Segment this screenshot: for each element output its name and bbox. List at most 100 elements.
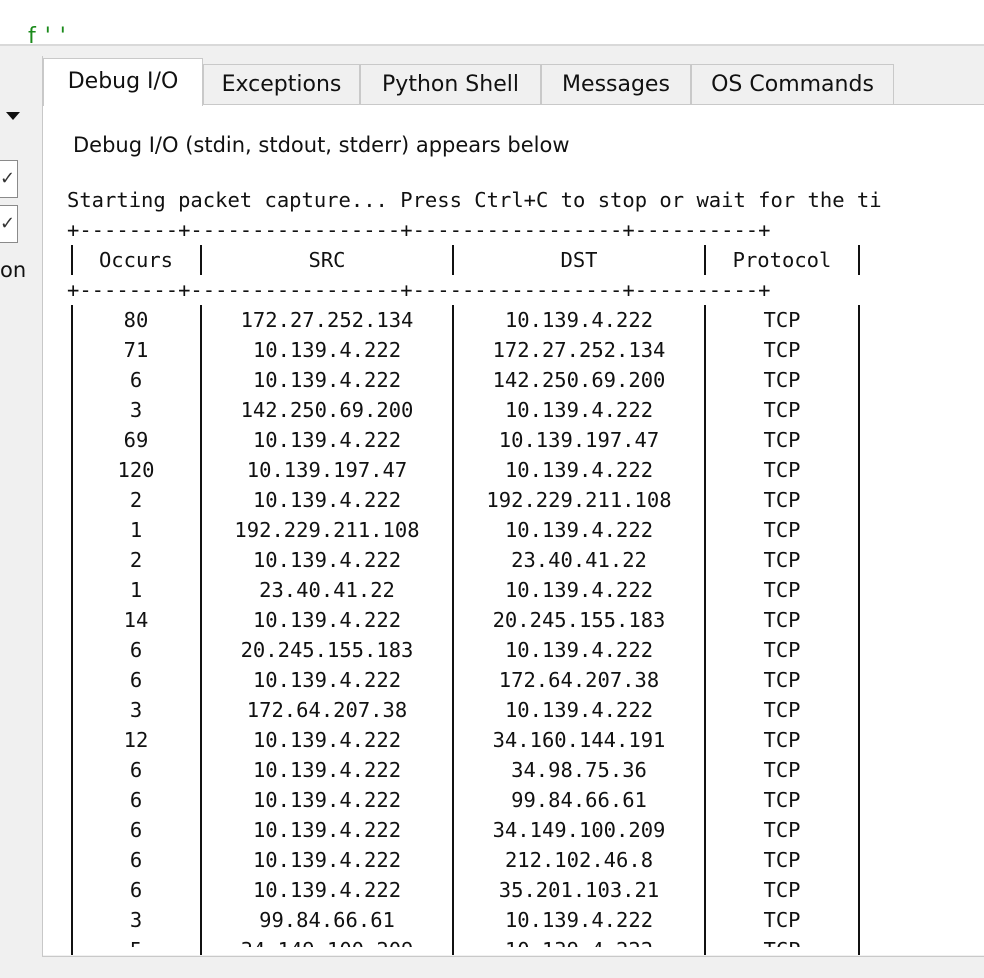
occurs-cell: 1 — [129, 518, 143, 542]
src-cell: 10.139.4.222 — [252, 878, 402, 902]
chevron-down-icon[interactable] — [6, 112, 20, 120]
protocol-cell: TCP — [763, 608, 801, 632]
table-row: 6 10.139.4.222 142.250.69.200 TCP — [67, 365, 984, 395]
dst-cell: 10.139.4.222 — [504, 938, 654, 955]
protocol-cell: TCP — [763, 818, 801, 842]
table-row: 6 10.139.4.222 212.102.46.8 TCP — [67, 845, 984, 875]
table-row: 69 10.139.4.222 10.139.197.47 TCP — [67, 425, 984, 455]
src-cell: 10.139.4.222 — [252, 608, 402, 632]
src-cell: 10.139.4.222 — [252, 728, 402, 752]
protocol-cell: TCP — [763, 728, 801, 752]
table-row: 6 10.139.4.222 34.149.100.209 TCP — [67, 815, 984, 845]
ide-window: f ' ' ✓ ✓ on Debug I/O Exceptions Python… — [0, 0, 984, 978]
tab-python-shell[interactable]: Python Shell — [360, 64, 541, 104]
occurs-cell: 5 — [129, 938, 143, 955]
column-divider — [858, 245, 860, 275]
table-row: 120 10.139.197.47 10.139.4.222 TCP — [67, 455, 984, 485]
left-panel-label: on — [0, 258, 27, 282]
console-start-line: Starting packet capture... Press Ctrl+C … — [67, 188, 882, 212]
dst-cell: 35.201.103.21 — [498, 878, 660, 902]
src-cell: 10.139.4.222 — [252, 338, 402, 362]
column-header-protocol: Protocol — [732, 248, 832, 272]
dst-cell: 10.139.4.222 — [504, 308, 654, 332]
top-divider — [0, 44, 984, 46]
occurs-cell: 6 — [129, 668, 143, 692]
debug-io-content[interactable]: Debug I/O (stdin, stdout, stderr) appear… — [43, 105, 984, 955]
table-row: 3 142.250.69.200 10.139.4.222 TCP — [67, 395, 984, 425]
table-border-top: +--------+-----------------+------------… — [67, 218, 771, 242]
column-divider — [858, 545, 860, 575]
protocol-cell: TCP — [763, 788, 801, 812]
src-cell: 10.139.4.222 — [252, 428, 402, 452]
dst-cell: 20.245.155.183 — [492, 608, 666, 632]
table-row: 2 10.139.4.222 192.229.211.108 TCP — [67, 485, 984, 515]
table-row: 14 10.139.4.222 20.245.155.183 TCP — [67, 605, 984, 635]
protocol-cell: TCP — [763, 668, 801, 692]
table-header-row: Occurs SRC DST Protocol — [67, 245, 984, 275]
checkmark-icon: ✓ — [0, 213, 16, 234]
column-divider — [858, 695, 860, 725]
column-divider — [858, 425, 860, 455]
protocol-cell: TCP — [763, 428, 801, 452]
table-row: 6 10.139.4.222 99.84.66.61 TCP — [67, 785, 984, 815]
left-side-panel: ✓ ✓ on — [0, 46, 40, 956]
dst-cell: 99.84.66.61 — [511, 788, 647, 812]
option-checkbox-2[interactable]: ✓ — [0, 205, 18, 243]
occurs-cell: 6 — [129, 878, 143, 902]
column-divider — [858, 815, 860, 845]
protocol-cell: TCP — [763, 848, 801, 872]
protocol-cell: TCP — [763, 338, 801, 362]
tab-messages[interactable]: Messages — [541, 64, 691, 104]
column-divider — [858, 605, 860, 635]
bottom-divider — [42, 956, 984, 957]
occurs-cell: 6 — [129, 788, 143, 812]
src-cell: 10.139.4.222 — [252, 848, 402, 872]
tab-exceptions[interactable]: Exceptions — [203, 64, 360, 104]
column-header-occurs: Occurs — [98, 248, 174, 272]
console-output[interactable]: Starting packet capture... Press Ctrl+C … — [67, 185, 984, 955]
occurs-cell: 120 — [117, 458, 155, 482]
dst-cell: 10.139.4.222 — [504, 638, 654, 662]
src-cell: 10.139.4.222 — [252, 668, 402, 692]
occurs-cell: 6 — [129, 848, 143, 872]
src-cell: 142.250.69.200 — [240, 398, 414, 422]
occurs-cell: 2 — [129, 488, 143, 512]
column-divider — [858, 665, 860, 695]
occurs-cell: 6 — [129, 638, 143, 662]
debug-io-note: Debug I/O (stdin, stdout, stderr) appear… — [73, 133, 570, 157]
occurs-cell: 6 — [129, 758, 143, 782]
protocol-cell: TCP — [763, 638, 801, 662]
column-divider — [858, 515, 860, 545]
occurs-cell: 14 — [123, 608, 149, 632]
table-row: 5 34.149.100.209 10.139.4.222 TCP — [67, 935, 984, 955]
tab-os-commands[interactable]: OS Commands — [691, 64, 894, 104]
dst-cell: 10.139.4.222 — [504, 578, 654, 602]
protocol-cell: TCP — [763, 878, 801, 902]
column-divider — [858, 635, 860, 665]
dst-cell: 10.139.4.222 — [504, 698, 654, 722]
column-divider — [858, 485, 860, 515]
checkmark-icon: ✓ — [0, 168, 16, 189]
tab-debug-io[interactable]: Debug I/O — [43, 58, 203, 106]
src-cell: 23.40.41.22 — [259, 578, 395, 602]
column-divider — [858, 335, 860, 365]
table-row: 6 10.139.4.222 35.201.103.21 TCP — [67, 875, 984, 905]
tab-bar: Debug I/O Exceptions Python Shell Messag… — [43, 56, 984, 106]
dst-cell: 172.64.207.38 — [498, 668, 660, 692]
occurs-cell: 2 — [129, 548, 143, 572]
column-divider — [858, 785, 860, 815]
protocol-cell: TCP — [763, 908, 801, 932]
occurs-cell: 69 — [123, 428, 149, 452]
option-checkbox-1[interactable]: ✓ — [0, 160, 18, 198]
protocol-cell: TCP — [763, 758, 801, 782]
table-border-header: +--------+-----------------+------------… — [67, 278, 771, 302]
dst-cell: 10.139.4.222 — [504, 398, 654, 422]
protocol-cell: TCP — [763, 518, 801, 542]
protocol-cell: TCP — [763, 368, 801, 392]
protocol-cell: TCP — [763, 308, 801, 332]
column-divider — [858, 755, 860, 785]
src-cell: 10.139.197.47 — [246, 458, 408, 482]
src-cell: 10.139.4.222 — [252, 788, 402, 812]
dst-cell: 10.139.4.222 — [504, 518, 654, 542]
src-cell: 10.139.4.222 — [252, 818, 402, 842]
